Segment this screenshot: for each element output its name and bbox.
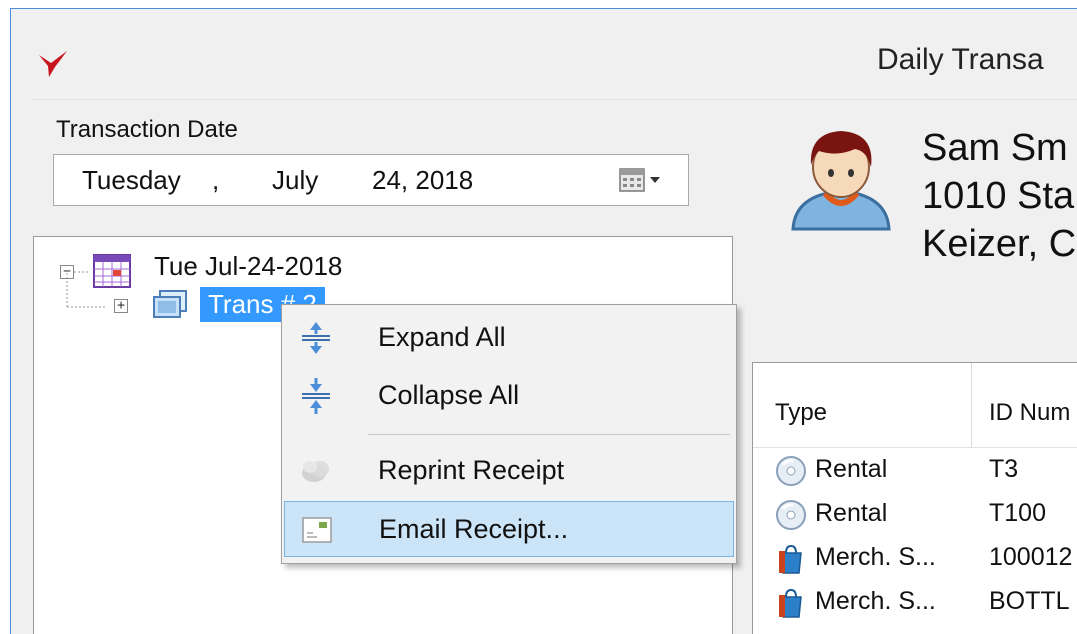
menu-item-collapse-all[interactable]: Collapse All (284, 368, 734, 424)
menu-item-email-receipt[interactable]: Email Receipt... (284, 501, 734, 557)
cell-type: Merch. S... (815, 543, 936, 571)
divider (32, 99, 1077, 100)
window-title: Daily Transa (877, 43, 1044, 76)
disc-icon (776, 456, 806, 486)
email-receipt-icon (302, 517, 332, 543)
cell-type: Rental (815, 455, 888, 483)
date-month[interactable]: July (272, 165, 318, 196)
cell-id: 100012 (989, 543, 1073, 571)
cell-id: T100 (989, 499, 1046, 527)
date-day[interactable]: Tuesday (82, 165, 181, 196)
reprint-receipt-icon (302, 461, 329, 482)
shopping-bag-icon (779, 588, 802, 618)
disc-icon (776, 500, 806, 530)
customer-city: Keizer, C (922, 223, 1077, 265)
cell-id: T3 (989, 455, 1019, 483)
table-row[interactable]: Rental T3 (753, 451, 1077, 495)
column-header-id[interactable]: ID Num (989, 399, 1070, 427)
title-bar: Daily Transa (11, 9, 1077, 99)
expand-icon[interactable]: + (114, 299, 128, 313)
tree-context-menu: Expand All Collapse All Reprint Receipt … (281, 304, 737, 564)
menu-item-label: Reprint Receipt (378, 455, 565, 485)
menu-item-expand-all[interactable]: Expand All (284, 310, 734, 366)
customer-name: Sam Sm (922, 127, 1068, 169)
tree-node-date-label[interactable]: Tue Jul-24-2018 (154, 251, 342, 282)
shopping-bag-icon (779, 544, 802, 574)
date-comma: , (212, 165, 220, 195)
expand-all-icon (302, 322, 330, 354)
tree-connector (66, 273, 106, 308)
transaction-icon (153, 290, 187, 318)
transaction-date-picker[interactable]: Tuesday , July 24, 2018 (53, 154, 689, 206)
menu-item-label: Email Receipt... (379, 514, 569, 544)
menu-separator (368, 434, 730, 435)
table-row[interactable]: Merch. S... 100012 (753, 539, 1077, 583)
menu-item-label: Expand All (378, 322, 506, 352)
column-separator[interactable] (971, 363, 972, 447)
menu-item-label: Collapse All (378, 380, 520, 410)
date-day-year[interactable]: 24, 2018 (372, 165, 473, 196)
cell-type: Rental (815, 499, 888, 527)
grid-header: Type ID Num (753, 363, 1077, 448)
transaction-items-grid[interactable]: Type ID Num Rental T3 Rental T100 Merch.… (752, 362, 1077, 634)
customer-address: 1010 Sta (922, 175, 1075, 217)
table-row[interactable]: Rental T100 (753, 495, 1077, 539)
cell-type: Merch. S... (815, 587, 936, 615)
collapse-all-icon (302, 378, 330, 414)
cell-id: BOTTL (989, 587, 1070, 615)
menu-item-reprint-receipt[interactable]: Reprint Receipt (284, 443, 734, 499)
column-header-type[interactable]: Type (775, 399, 827, 427)
customer-avatar-icon (791, 131, 891, 231)
calendar-dropdown-icon[interactable] (612, 165, 668, 195)
transaction-date-label: Transaction Date (56, 116, 238, 143)
app-logo-icon (39, 51, 67, 77)
table-row[interactable]: Merch. S... BOTTL (753, 583, 1077, 627)
